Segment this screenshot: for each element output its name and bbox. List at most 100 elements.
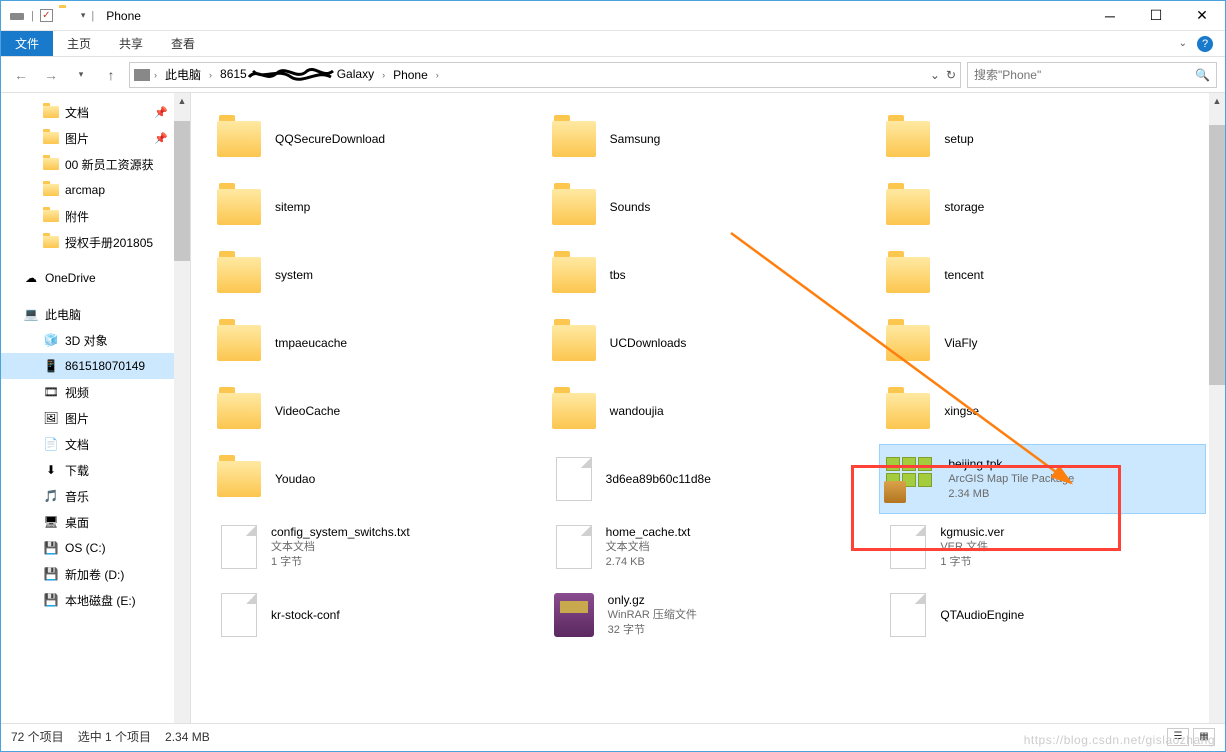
file-item[interactable]: kr-stock-conf xyxy=(211,581,536,649)
item-icon: 🎵 xyxy=(43,488,59,504)
sidebar-item[interactable]: 🧊3D 对象 xyxy=(1,327,190,353)
sidebar-item[interactable]: arcmap xyxy=(1,177,190,203)
chevron-right-icon[interactable]: › xyxy=(436,70,439,80)
search-box[interactable]: 🔍 xyxy=(967,62,1217,88)
help-icon[interactable]: ? xyxy=(1197,36,1213,52)
recent-dropdown[interactable]: ▾ xyxy=(69,63,93,87)
breadcrumb-thispc[interactable]: 此电脑 xyxy=(161,66,205,83)
file-name: QQSecureDownload xyxy=(275,131,385,147)
watermark: https://blog.csdn.net/gislaozhang xyxy=(1024,733,1215,747)
refresh-icon[interactable]: ↻ xyxy=(946,68,956,82)
sidebar-item[interactable]: 📱861518070149 xyxy=(1,353,190,379)
file-size: 1 字节 xyxy=(271,555,410,570)
chevron-right-icon[interactable]: › xyxy=(209,70,212,80)
up-button[interactable]: ↑ xyxy=(99,63,123,87)
tab-view[interactable]: 查看 xyxy=(157,31,209,56)
search-input[interactable] xyxy=(974,68,1195,82)
close-button[interactable]: ✕ xyxy=(1179,1,1225,31)
file-item[interactable]: only.gzWinRAR 压缩文件32 字节 xyxy=(546,581,871,649)
folder-icon xyxy=(552,257,596,293)
breadcrumb-device[interactable]: 8615Galaxy xyxy=(216,65,378,85)
sidebar-item[interactable]: 图片📌 xyxy=(1,125,190,151)
item-icon: ⬇ xyxy=(43,462,59,478)
file-icon xyxy=(890,593,926,637)
checkbox-icon[interactable]: ✓ xyxy=(40,9,53,22)
file-size: 1 字节 xyxy=(940,555,1004,570)
sidebar-item[interactable]: 附件 xyxy=(1,203,190,229)
file-item[interactable]: config_system_switchs.txt文本文档1 字节 xyxy=(211,513,536,581)
sidebar-item[interactable]: 🎞视频 xyxy=(1,379,190,405)
dropdown-icon[interactable]: ▾ xyxy=(81,10,86,21)
sidebar-item[interactable]: 文档📌 xyxy=(1,99,190,125)
navbar: ← → ▾ ↑ › 此电脑 › 8615Galaxy › Phone › ⌄ ↻… xyxy=(1,57,1225,93)
file-name: tmpaeucache xyxy=(275,335,347,351)
chevron-right-icon[interactable]: › xyxy=(382,70,385,80)
files-scrollbar[interactable]: ▲ xyxy=(1209,93,1225,723)
minimize-button[interactable]: ─ xyxy=(1087,1,1133,31)
sidebar-item[interactable]: 📄文档 xyxy=(1,431,190,457)
file-item[interactable]: sitemp xyxy=(211,173,536,241)
dropdown-icon[interactable]: ⌄ xyxy=(930,68,940,82)
sidebar-item[interactable]: 授权手册201805 xyxy=(1,229,190,255)
sidebar-thispc[interactable]: 💻此电脑 xyxy=(1,301,190,327)
file-name: storage xyxy=(944,199,984,215)
file-item[interactable]: home_cache.txt文本文档2.74 KB xyxy=(546,513,871,581)
scroll-up-icon[interactable]: ▲ xyxy=(174,93,190,109)
file-name: wandoujia xyxy=(610,403,664,419)
back-button[interactable]: ← xyxy=(9,63,33,87)
sidebar-item[interactable]: 💾本地磁盘 (E:) xyxy=(1,587,190,613)
folder-icon xyxy=(552,325,596,361)
sidebar-item[interactable]: 🎵音乐 xyxy=(1,483,190,509)
separator: | xyxy=(31,10,34,22)
sidebar-item[interactable]: 🖼图片 xyxy=(1,405,190,431)
maximize-button[interactable]: ☐ xyxy=(1133,1,1179,31)
item-icon: 🎞 xyxy=(43,384,59,400)
file-type: WinRAR 压缩文件 xyxy=(608,608,697,623)
folder-icon xyxy=(43,234,59,250)
cloud-icon: ☁ xyxy=(23,270,39,286)
search-icon[interactable]: 🔍 xyxy=(1195,68,1210,82)
file-item[interactable]: QQSecureDownload xyxy=(211,105,536,173)
file-name: Sounds xyxy=(610,199,651,215)
file-icon xyxy=(556,457,592,501)
file-item[interactable]: Samsung xyxy=(546,105,871,173)
sidebar-item[interactable]: 💾OS (C:) xyxy=(1,535,190,561)
file-item[interactable]: setup xyxy=(880,105,1205,173)
breadcrumb-phone[interactable]: Phone xyxy=(389,68,432,82)
file-item[interactable]: Youdao xyxy=(211,445,536,513)
file-name: QTAudioEngine xyxy=(940,607,1024,623)
folder-icon xyxy=(59,8,75,24)
scroll-up-icon[interactable]: ▲ xyxy=(1209,93,1225,109)
status-item-count: 72 个项目 xyxy=(11,728,64,745)
sidebar-item[interactable]: 💾新加卷 (D:) xyxy=(1,561,190,587)
tab-share[interactable]: 共享 xyxy=(105,31,157,56)
sidebar-item[interactable]: 🖥桌面 xyxy=(1,509,190,535)
window-title: Phone xyxy=(106,9,141,23)
tab-home[interactable]: 主页 xyxy=(53,31,105,56)
file-item[interactable]: tmpaeucache xyxy=(211,309,536,377)
scrollbar-thumb[interactable] xyxy=(1209,125,1225,385)
folder-icon xyxy=(217,121,261,157)
scrollbar-thumb[interactable] xyxy=(174,121,190,261)
file-name: setup xyxy=(944,131,973,147)
ribbon-collapse-icon[interactable]: ⌄ xyxy=(1179,38,1187,49)
ribbon: 文件 主页 共享 查看 ⌄ ? xyxy=(1,31,1225,57)
sidebar-onedrive[interactable]: ☁OneDrive xyxy=(1,265,190,291)
forward-button[interactable]: → xyxy=(39,63,63,87)
tab-file[interactable]: 文件 xyxy=(1,31,53,56)
file-item[interactable]: QTAudioEngine xyxy=(880,581,1205,649)
file-item[interactable]: VideoCache xyxy=(211,377,536,445)
file-item[interactable]: system xyxy=(211,241,536,309)
file-name: VideoCache xyxy=(275,403,340,419)
file-icon xyxy=(221,593,257,637)
chevron-right-icon[interactable]: › xyxy=(154,70,157,80)
pin-icon: 📌 xyxy=(154,106,168,119)
separator: | xyxy=(91,10,94,22)
folder-icon xyxy=(886,189,930,225)
annotation-highlight-box xyxy=(851,465,1121,551)
item-icon: 💾 xyxy=(43,540,59,556)
sidebar-scrollbar[interactable]: ▲ xyxy=(174,93,190,723)
address-bar[interactable]: › 此电脑 › 8615Galaxy › Phone › ⌄ ↻ xyxy=(129,62,961,88)
sidebar-item[interactable]: 00 新员工资源获 xyxy=(1,151,190,177)
sidebar-item[interactable]: ⬇下载 xyxy=(1,457,190,483)
